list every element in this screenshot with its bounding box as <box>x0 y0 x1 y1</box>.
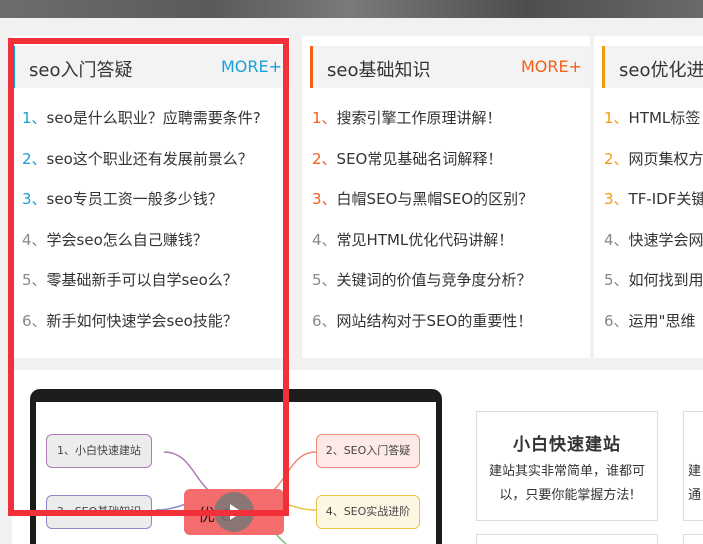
item-link[interactable]: 网页集权方 <box>629 150 703 168</box>
mindmap-node: 4、SEO实战进阶 <box>316 495 420 529</box>
item-link[interactable]: seo这个职业还有发展前景么？ <box>47 150 253 168</box>
panel-header: seo入门答疑 MORE+ <box>12 46 290 88</box>
list-item[interactable]: 3、seo专员工资一般多少钱？ <box>12 179 290 220</box>
item-link[interactable]: HTML标签 <box>629 109 701 127</box>
video-preview[interactable]: 1、小白快速建站 2、SEO入门答疑 3、SEO基础知识 4、SEO实战进阶 优… <box>36 402 436 544</box>
item-number: 1、 <box>604 109 629 127</box>
item-number: 5、 <box>22 271 47 289</box>
list-item[interactable]: 6、网站结构对于SEO的重要性！ <box>302 301 590 342</box>
item-number: 4、 <box>604 230 629 249</box>
feature-card[interactable] <box>476 534 658 544</box>
item-link[interactable]: TF-IDF关键 <box>629 190 703 208</box>
panel-title: seo优化进 <box>619 60 703 81</box>
panel-seo-basics: seo基础知识 MORE+ 1、搜索引擎工作原理讲解！ 2、SEO常见基础名词解… <box>302 36 590 358</box>
feature-card[interactable] <box>683 534 703 544</box>
article-list: 1、HTML标签 2、网页集权方 3、TF-IDF关键 4、快速学会网 5、如何… <box>594 98 703 341</box>
list-item[interactable]: 1、HTML标签 <box>594 98 703 139</box>
list-item[interactable]: 2、seo这个职业还有发展前景么？ <box>12 139 290 180</box>
item-link[interactable]: seo是什么职业？应聘需要条件? <box>47 109 261 127</box>
feature-card[interactable]: 小白快速建站 建站其实非常简单，谁都可以，只要你能掌握方法! <box>476 411 658 521</box>
item-number: 6、 <box>22 311 47 330</box>
list-item[interactable]: 4、学会seo怎么自己赚钱？ <box>12 220 290 261</box>
item-number: 1、 <box>22 109 47 127</box>
list-item[interactable]: 4、快速学会网 <box>594 220 703 261</box>
item-number: 2、 <box>312 149 337 168</box>
item-number: 6、 <box>312 311 337 330</box>
mindmap-node: 3、SEO基础知识 <box>46 495 152 529</box>
item-number: 3、 <box>312 190 337 208</box>
list-item[interactable]: 5、关键词的价值与竞争度分析？ <box>302 260 590 301</box>
item-link[interactable]: 零基础新手可以自学seo么？ <box>47 271 238 289</box>
item-number: 6、 <box>604 311 629 330</box>
panel-header: seo优化进 <box>602 46 703 88</box>
item-link[interactable]: 关键词的价值与竞争度分析？ <box>337 271 532 289</box>
item-number: 5、 <box>312 271 337 289</box>
list-item[interactable]: 2、SEO常见基础名词解释！ <box>302 139 590 180</box>
item-number: 2、 <box>22 149 47 168</box>
item-link[interactable]: 如何找到用 <box>629 271 703 289</box>
article-list: 1、seo是什么职业？应聘需要条件? 2、seo这个职业还有发展前景么？ 3、s… <box>12 98 290 341</box>
item-number: 3、 <box>22 190 47 208</box>
list-item[interactable]: 4、常见HTML优化代码讲解！ <box>302 220 590 261</box>
play-icon[interactable] <box>214 492 254 532</box>
list-item[interactable]: 5、零基础新手可以自学seo么？ <box>12 260 290 301</box>
item-link[interactable]: 白帽SEO与黑帽SEO的区别？ <box>337 190 534 208</box>
item-link[interactable]: 常见HTML优化代码讲解！ <box>337 231 514 249</box>
mindmap-node: 1、小白快速建站 <box>46 434 152 468</box>
panel-title: seo入门答疑 <box>29 60 133 81</box>
list-item[interactable]: 5、如何找到用 <box>594 260 703 301</box>
item-link[interactable]: seo专员工资一般多少钱？ <box>47 190 223 208</box>
item-number: 4、 <box>22 230 47 249</box>
list-item[interactable]: 1、搜索引擎工作原理讲解！ <box>302 98 590 139</box>
item-link[interactable]: 网站结构对于SEO的重要性！ <box>337 312 533 330</box>
card-description: 建 通 <box>688 464 702 503</box>
list-item[interactable]: 3、TF-IDF关键 <box>594 179 703 220</box>
feature-card[interactable]: 建 通 <box>683 411 703 521</box>
item-link[interactable]: 运用"思维 <box>629 312 696 330</box>
list-item[interactable]: 6、新手如何快速学会seo技能？ <box>12 301 290 342</box>
item-number: 1、 <box>312 109 337 127</box>
item-link[interactable]: 快速学会网 <box>629 231 703 249</box>
mindmap-node: 2、SEO入门答疑 <box>316 434 420 468</box>
panel-seo-advanced: seo优化进 1、HTML标签 2、网页集权方 3、TF-IDF关键 4、快速学… <box>594 36 703 358</box>
card-title: 小白快速建站 <box>513 435 621 455</box>
more-link[interactable]: MORE+ <box>521 57 582 76</box>
item-number: 3、 <box>604 190 629 208</box>
list-item[interactable]: 3、白帽SEO与黑帽SEO的区别？ <box>302 179 590 220</box>
item-link[interactable]: 搜索引擎工作原理讲解！ <box>337 109 502 127</box>
item-link[interactable]: 学会seo怎么自己赚钱？ <box>47 231 208 249</box>
panel-title: seo基础知识 <box>327 60 431 81</box>
page-gap <box>0 18 703 36</box>
article-list: 1、搜索引擎工作原理讲解！ 2、SEO常见基础名词解释！ 3、白帽SEO与黑帽S… <box>302 98 590 341</box>
panel-seo-qa: seo入门答疑 MORE+ 1、seo是什么职业？应聘需要条件? 2、seo这个… <box>12 36 290 358</box>
item-number: 2、 <box>604 149 629 168</box>
item-link[interactable]: 新手如何快速学会seo技能？ <box>47 312 238 330</box>
panel-header: seo基础知识 MORE+ <box>310 46 590 88</box>
hero-banner <box>0 0 703 18</box>
card-description: 建站其实非常简单，谁都可以，只要你能掌握方法! <box>489 464 646 503</box>
more-link[interactable]: MORE+ <box>221 57 282 76</box>
item-number: 5、 <box>604 271 629 289</box>
item-link[interactable]: SEO常见基础名词解释！ <box>337 150 503 168</box>
list-item[interactable]: 1、seo是什么职业？应聘需要条件? <box>12 98 290 139</box>
list-item[interactable]: 2、网页集权方 <box>594 139 703 180</box>
list-item[interactable]: 6、运用"思维 <box>594 301 703 342</box>
item-number: 4、 <box>312 230 337 249</box>
